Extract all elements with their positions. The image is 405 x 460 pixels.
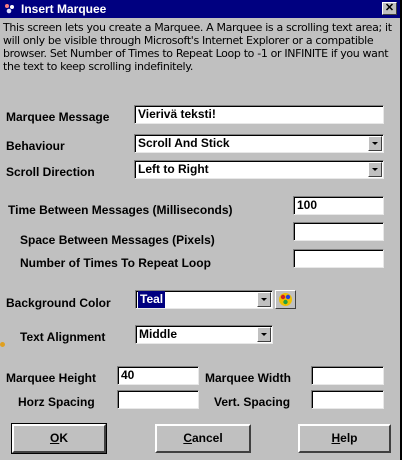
cursor-marker (0, 342, 5, 347)
help-button[interactable]: Help (298, 424, 391, 453)
text-alignment-value: Middle (139, 327, 177, 341)
chevron-down-icon[interactable] (368, 162, 382, 177)
background-color-select[interactable]: Teal (135, 290, 273, 309)
marquee-message-label: Marquee Message (6, 110, 110, 124)
space-between-label: Space Between Messages (Pixels) (20, 233, 215, 247)
chevron-down-icon[interactable] (257, 327, 271, 342)
chevron-down-icon[interactable] (368, 136, 382, 151)
behaviour-select[interactable]: Scroll And Stick (134, 134, 384, 153)
background-color-value: Teal (138, 291, 166, 308)
color-palette-button[interactable] (275, 290, 296, 309)
close-button[interactable]: ✕ (382, 2, 397, 15)
help-mnemonic: H (331, 431, 341, 445)
description-line: the text to keep scrolling indefinitely. (3, 60, 194, 73)
ok-mnemonic: O (49, 431, 60, 445)
marquee-app-icon (4, 3, 16, 15)
ok-button[interactable]: OK (11, 423, 107, 454)
time-between-input[interactable]: 100 (293, 196, 384, 215)
behaviour-label: Behaviour (6, 139, 65, 153)
help-label-rest: elp (340, 431, 358, 445)
color-palette-icon (279, 293, 292, 306)
marquee-height-input[interactable]: 40 (117, 366, 199, 385)
ok-label-rest: K (59, 431, 68, 445)
space-between-input[interactable] (293, 222, 384, 241)
cancel-label-rest: ancel (191, 431, 223, 445)
description-line: This screen lets you create a Marquee. A… (3, 21, 392, 34)
text-alignment-label: Text Alignment (20, 330, 106, 344)
insert-marquee-dialog: Insert Marquee ✕ This screen lets you cr… (0, 0, 402, 460)
background-color-label: Background Color (6, 296, 111, 310)
scroll-direction-value: Left to Right (138, 162, 209, 176)
text-alignment-select[interactable]: Middle (135, 325, 273, 344)
description-line: will only be visible through Microsoft's… (3, 34, 374, 47)
description-line: browser. Set Number of Times to Repeat L… (3, 47, 389, 60)
horz-spacing-input[interactable] (117, 390, 199, 409)
title-bar[interactable]: Insert Marquee ✕ (0, 0, 400, 18)
vert-spacing-label: Vert. Spacing (214, 395, 291, 409)
cancel-button[interactable]: Cancel (155, 424, 251, 453)
horz-spacing-label: Horz Spacing (18, 395, 95, 409)
scroll-direction-label: Scroll Direction (6, 165, 95, 179)
marquee-width-input[interactable] (311, 366, 384, 385)
repeat-loop-label: Number of Times To Repeat Loop (20, 256, 211, 270)
chevron-down-icon[interactable] (257, 292, 271, 307)
cancel-mnemonic: C (183, 431, 192, 445)
description-text: This screen lets you create a Marquee. A… (3, 21, 401, 73)
window-title: Insert Marquee (21, 2, 107, 16)
repeat-loop-input[interactable] (293, 249, 384, 268)
marquee-width-label: Marquee Width (205, 371, 291, 385)
scroll-direction-select[interactable]: Left to Right (134, 160, 384, 179)
vert-spacing-input[interactable] (311, 390, 384, 409)
marquee-height-label: Marquee Height (6, 371, 97, 385)
time-between-label: Time Between Messages (Milliseconds) (8, 203, 233, 217)
marquee-message-input[interactable]: Vierivä teksti! (134, 105, 384, 124)
behaviour-value: Scroll And Stick (138, 136, 230, 150)
